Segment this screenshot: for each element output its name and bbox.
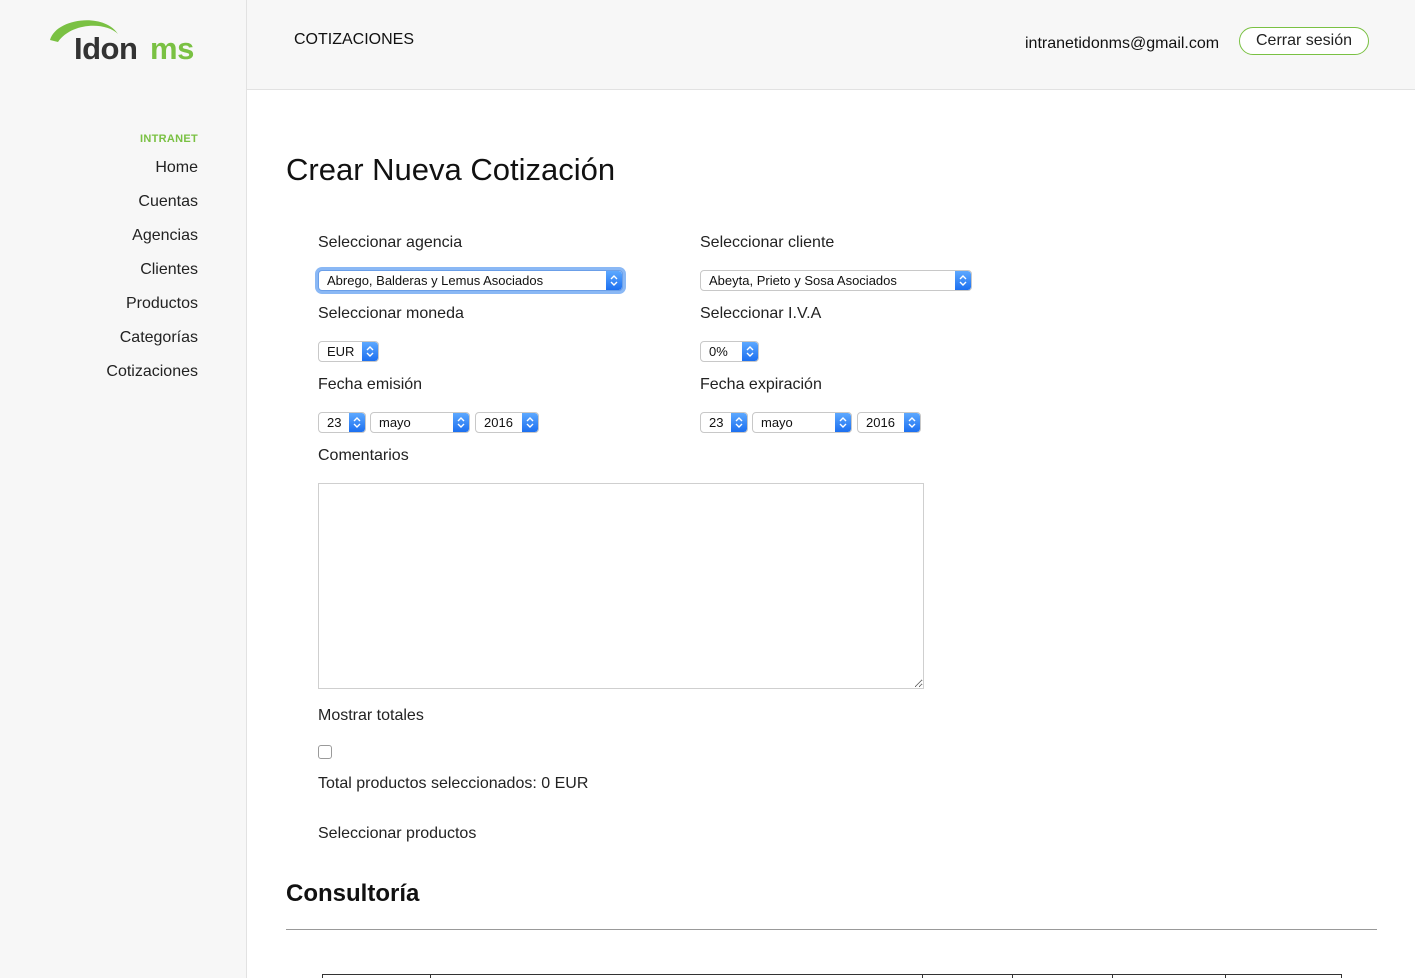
products-table [322,974,1342,978]
vat-select-value: 0% [709,344,728,359]
client-label: Seleccionar cliente [700,234,835,251]
expiry-day-value: 23 [709,415,724,430]
expiry-day-select[interactable]: 23 [700,412,748,433]
sidebar-item-cuentas[interactable]: Cuentas [106,191,198,225]
currency-label: Seleccionar moneda [318,305,464,322]
client-select[interactable]: Abeyta, Prieto y Sosa Asociados [700,270,972,291]
idonms-logo[interactable]: Idon ms [46,14,208,64]
header-section-title: COTIZACIONES [294,31,415,48]
nav-heading: INTRANET [139,133,198,145]
show-totals-label: Mostrar totales [318,707,424,724]
issue-month-select[interactable]: mayo [370,412,470,433]
chevron-updown-icon [742,342,758,361]
currency-select[interactable]: EUR [318,341,379,362]
total-products-text: Total productos seleccionados: 0 EUR [318,775,589,792]
agency-label: Seleccionar agencia [318,234,463,251]
sidebar-item-categorias[interactable]: Categorías [106,327,198,361]
issue-month-value: mayo [379,415,411,430]
sidebar-nav: Home Cuentas Agencias Clientes Productos… [106,157,198,395]
chevron-updown-icon [731,413,747,432]
sidebar: Idon ms INTRANET Home Cuentas Agencias C… [0,0,247,978]
currency-select-value: EUR [327,344,355,359]
chevron-updown-icon [522,413,538,432]
vat-label: Seleccionar I.V.A [700,305,822,322]
client-select-value: Abeyta, Prieto y Sosa Asociados [709,273,897,288]
issue-date-label: Fecha emisión [318,376,423,393]
issue-day-select[interactable]: 23 [318,412,366,433]
issue-year-select[interactable]: 2016 [475,412,539,433]
main-content: Crear Nueva Cotización Seleccionar agenc… [247,90,1415,978]
issue-day-value: 23 [327,415,342,430]
chevron-updown-icon [362,342,378,361]
vat-select[interactable]: 0% [700,341,759,362]
sidebar-item-cotizaciones[interactable]: Cotizaciones [106,361,198,395]
svg-text:Idon: Idon [74,31,137,64]
expiry-month-select[interactable]: mayo [752,412,852,433]
sidebar-item-home[interactable]: Home [106,157,198,191]
page-title: Crear Nueva Cotización [286,152,616,187]
chevron-updown-icon [835,413,851,432]
expiry-year-value: 2016 [866,415,895,430]
expiry-year-select[interactable]: 2016 [857,412,921,433]
chevron-updown-icon [453,413,469,432]
select-products-label: Seleccionar productos [318,825,477,842]
chevron-updown-icon [606,271,622,290]
agency-select-value: Abrego, Balderas y Lemus Asociados [327,273,544,288]
sidebar-item-clientes[interactable]: Clientes [106,259,198,293]
chevron-updown-icon [349,413,365,432]
chevron-updown-icon [904,413,920,432]
top-header: COTIZACIONES intranetidonms@gmail.com Ce… [247,0,1415,90]
comments-textarea[interactable] [318,483,924,689]
products-section-title: Consultoría [286,880,420,907]
comments-label: Comentarios [318,447,409,464]
sidebar-item-agencias[interactable]: Agencias [106,225,198,259]
chevron-updown-icon [955,271,971,290]
user-email: intranetidonms@gmail.com [1025,35,1220,52]
issue-year-value: 2016 [484,415,513,430]
expiry-date-label: Fecha expiración [700,376,822,393]
agency-select[interactable]: Abrego, Balderas y Lemus Asociados [318,270,623,291]
section-divider [286,929,1377,930]
logout-button[interactable]: Cerrar sesión [1239,27,1369,55]
svg-text:ms: ms [150,31,194,64]
show-totals-checkbox[interactable] [318,745,332,759]
sidebar-item-productos[interactable]: Productos [106,293,198,327]
expiry-month-value: mayo [761,415,793,430]
